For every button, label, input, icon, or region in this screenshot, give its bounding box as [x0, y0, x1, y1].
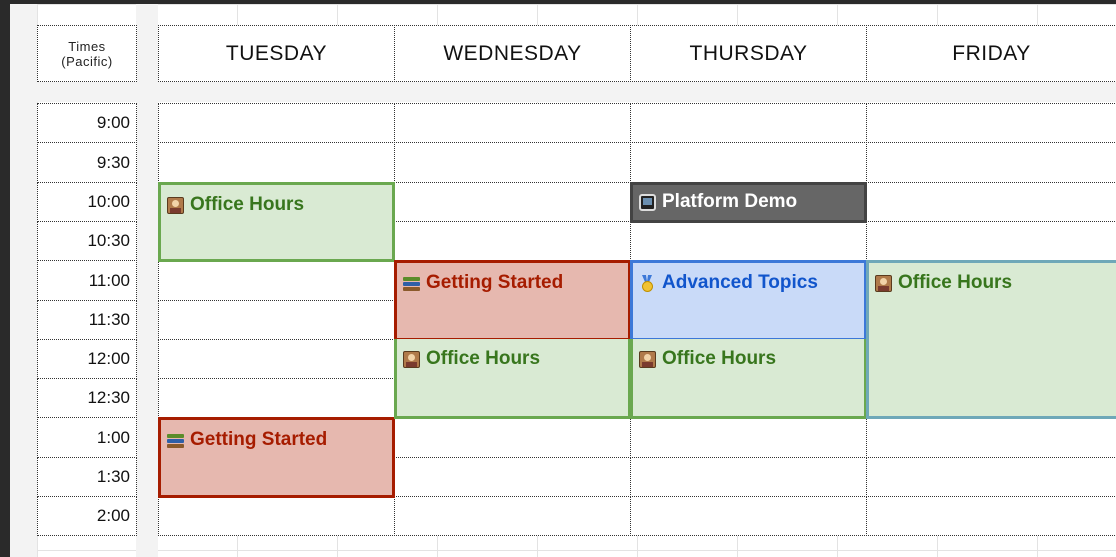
books-icon: [403, 275, 420, 292]
professor-icon: [875, 275, 892, 292]
time-slot-label[interactable]: 2:00: [37, 496, 137, 536]
time-slot-label[interactable]: 1:30: [37, 457, 137, 497]
header-separator-row: [10, 82, 1116, 102]
schedule-cell-friday[interactable]: [866, 182, 1116, 222]
event-label: Office Hours: [662, 348, 777, 369]
event-label: Office Hours: [898, 272, 1013, 293]
schedule-cell-friday[interactable]: [866, 496, 1116, 536]
schedule-cell-tuesday[interactable]: [158, 378, 395, 418]
schedule-cell-tuesday[interactable]: [158, 142, 395, 183]
schedule-cell-wednesday[interactable]: [394, 103, 631, 143]
professor-icon: [167, 197, 184, 214]
schedule-cell-thursday[interactable]: [630, 417, 867, 458]
schedule-cell-friday[interactable]: [866, 221, 1116, 261]
event-label: Platform Demo: [662, 191, 798, 212]
schedule-cell-wednesday[interactable]: [394, 496, 631, 536]
schedule-cell-tuesday[interactable]: [158, 496, 395, 536]
day-header-thursday[interactable]: THURSDAY: [630, 25, 867, 82]
event-label: Getting Started: [190, 429, 328, 450]
event-thursday-office-hours[interactable]: Office Hours: [630, 339, 867, 419]
spacer-column: [136, 4, 158, 557]
day-header-wednesday[interactable]: WEDNESDAY: [394, 25, 631, 82]
schedule-cell-thursday[interactable]: [630, 457, 867, 497]
day-header-tuesday[interactable]: TUESDAY: [158, 25, 395, 82]
times-header-label: Times (Pacific): [61, 39, 112, 69]
schedule-cell-thursday[interactable]: [630, 496, 867, 536]
time-slot-label[interactable]: 11:00: [37, 260, 137, 301]
time-slot-label[interactable]: 9:00: [37, 103, 137, 143]
schedule-cell-thursday[interactable]: [630, 142, 867, 183]
schedule-cell-thursday[interactable]: [630, 103, 867, 143]
schedule-cell-friday[interactable]: [866, 142, 1116, 183]
books-icon: [167, 432, 184, 449]
schedule-cell-friday[interactable]: [866, 457, 1116, 497]
medal-icon: [639, 275, 656, 292]
professor-icon: [403, 351, 420, 368]
professor-icon: [639, 351, 656, 368]
time-slot-label[interactable]: 9:30: [37, 142, 137, 183]
schedule-cell-thursday[interactable]: [630, 221, 867, 261]
television-icon: [639, 194, 656, 211]
schedule-cell-wednesday[interactable]: [394, 417, 631, 458]
time-slot-label[interactable]: 11:30: [37, 300, 137, 340]
day-header-friday[interactable]: FRIDAY: [866, 25, 1116, 82]
event-label: Advanced Topics: [662, 272, 818, 293]
event-label: Office Hours: [190, 194, 305, 215]
time-slot-label[interactable]: 10:00: [37, 182, 137, 222]
event-wednesday-office-hours[interactable]: Office Hours: [394, 339, 631, 419]
times-header-cell[interactable]: Times (Pacific): [37, 25, 137, 82]
event-label: Office Hours: [426, 348, 541, 369]
time-slot-label[interactable]: 1:00: [37, 417, 137, 458]
times-label-line2: (Pacific): [61, 53, 113, 69]
schedule-cell-tuesday[interactable]: [158, 260, 395, 301]
schedule-cell-wednesday[interactable]: [394, 182, 631, 222]
schedule-cell-friday[interactable]: [866, 417, 1116, 458]
left-margin-column: [10, 4, 37, 557]
event-friday-office-hours[interactable]: Office Hours: [866, 260, 1116, 419]
event-label: Getting Started: [426, 272, 564, 293]
time-slot-label[interactable]: 12:30: [37, 378, 137, 418]
schedule-cell-friday[interactable]: [866, 103, 1116, 143]
times-label-line1: Times: [68, 38, 106, 54]
event-wednesday-getting-started[interactable]: Getting Started: [394, 260, 631, 341]
schedule-cell-tuesday[interactable]: [158, 300, 395, 340]
schedule-cell-wednesday[interactable]: [394, 457, 631, 497]
event-thursday-advanced-topics[interactable]: Advanced Topics: [630, 260, 867, 341]
event-tuesday-getting-started[interactable]: Getting Started: [158, 417, 395, 498]
schedule-cell-tuesday[interactable]: [158, 339, 395, 379]
spreadsheet-grid[interactable]: Times (Pacific) TUESDAY WEDNESDAY THURSD…: [10, 4, 1116, 557]
event-tuesday-office-hours[interactable]: Office Hours: [158, 182, 395, 262]
schedule-cell-tuesday[interactable]: [158, 103, 395, 143]
time-slot-label[interactable]: 12:00: [37, 339, 137, 379]
time-slot-label[interactable]: 10:30: [37, 221, 137, 261]
event-thursday-platform-demo[interactable]: Platform Demo: [630, 182, 867, 223]
schedule-cell-wednesday[interactable]: [394, 142, 631, 183]
schedule-cell-wednesday[interactable]: [394, 221, 631, 261]
